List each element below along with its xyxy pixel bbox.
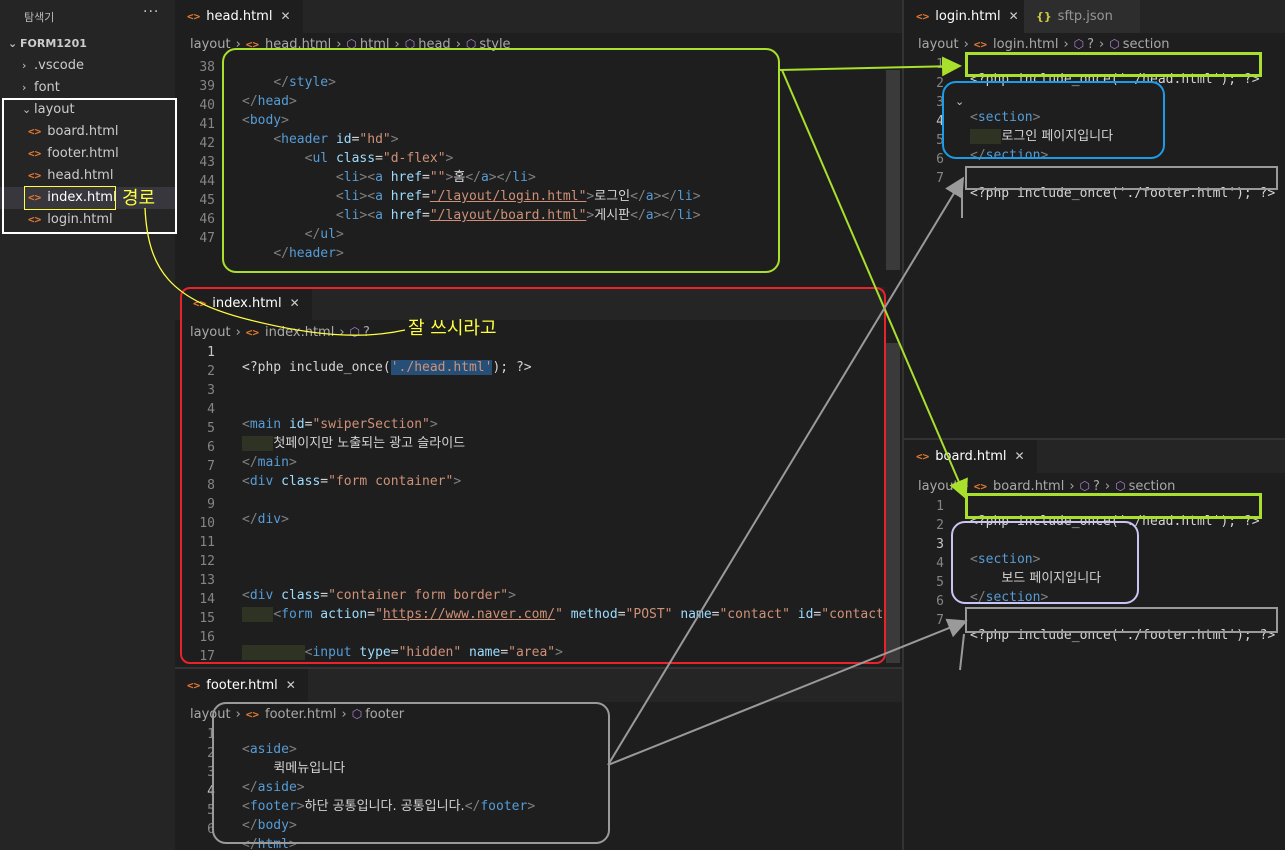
gray-arrow-login (607, 176, 965, 766)
yellow-connector (144, 207, 406, 336)
green-arrow-login (779, 56, 962, 77)
gray-stub-board (959, 633, 965, 671)
gray-arrow-board (607, 618, 968, 766)
annotation-arrows (144, 56, 968, 766)
